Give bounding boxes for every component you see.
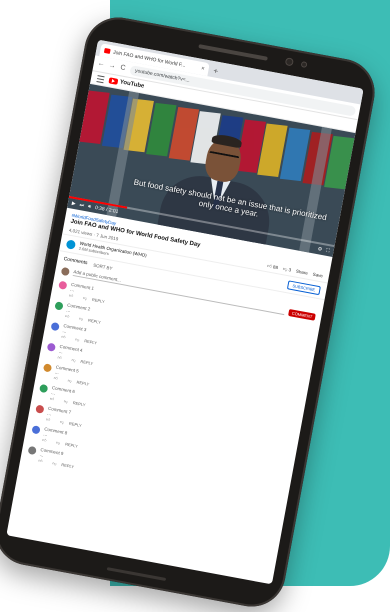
comment-dislike-icon[interactable]: 👎︎ — [71, 357, 76, 364]
reload-button[interactable]: C — [119, 64, 127, 72]
forward-button[interactable]: → — [108, 62, 116, 70]
comment-reply-button[interactable]: REPLY — [61, 462, 75, 470]
comment-like-icon[interactable]: 👍︎ — [69, 293, 74, 300]
save-button[interactable]: Save — [312, 272, 323, 280]
youtube-logo-text: YouTube — [119, 79, 145, 90]
comment-like-icon[interactable]: 👍︎ — [61, 334, 66, 341]
dislike-button[interactable]: 👎︎ 3 — [282, 266, 291, 273]
subscribe-button[interactable]: SUBSCRIBE — [286, 279, 322, 295]
comment-like-icon[interactable]: 👍︎ — [65, 313, 70, 320]
comment-like-icon[interactable]: 👍︎ — [46, 417, 51, 424]
volume-icon[interactable]: 🔊︎ — [87, 204, 91, 210]
commenter-avatar[interactable] — [35, 404, 45, 414]
tab-close-icon[interactable]: × — [201, 65, 206, 72]
comment-like-icon[interactable]: 👍︎ — [57, 355, 62, 362]
comment-like-count — [70, 336, 71, 342]
comment-dislike-icon[interactable]: 👎︎ — [59, 419, 65, 426]
comment-dislike-icon[interactable]: 👎︎ — [67, 378, 72, 385]
comment-like-count — [58, 398, 59, 404]
home-indicator — [106, 567, 167, 581]
play-icon[interactable]: ▶ — [71, 201, 76, 208]
comment-like-count — [78, 294, 79, 300]
comment-dislike-icon[interactable]: 👎︎ — [52, 460, 57, 467]
next-icon[interactable]: ⏭ — [79, 202, 85, 209]
own-avatar — [60, 266, 71, 277]
earpiece-speaker — [198, 44, 268, 61]
sensor-icon — [300, 61, 308, 69]
comment-dislike-icon[interactable]: 👎︎ — [82, 295, 88, 302]
commenter-avatar[interactable] — [27, 445, 37, 456]
comment-like-icon[interactable]: 👍︎ — [38, 458, 43, 465]
video-time: 0:38 / 2:01 — [94, 204, 119, 216]
comment-dislike-icon[interactable]: 👎︎ — [56, 440, 61, 447]
fullscreen-icon[interactable]: ⛶ — [325, 248, 330, 255]
dislike-count: 3 — [288, 267, 292, 273]
comment-like-icon[interactable]: 👍︎ — [53, 375, 58, 382]
commenter-avatar[interactable] — [50, 321, 60, 332]
comment-like-count — [51, 439, 52, 445]
like-count: 88 — [272, 264, 279, 271]
channel-avatar[interactable] — [65, 238, 77, 250]
comment-like-icon[interactable]: 👍︎ — [49, 396, 55, 403]
comment-like-count — [66, 356, 67, 362]
new-tab-button[interactable]: + — [212, 64, 219, 78]
commenter-avatar[interactable] — [58, 280, 68, 290]
hamburger-menu-icon[interactable] — [96, 74, 105, 83]
youtube-favicon-icon — [103, 47, 111, 54]
comment-dislike-icon[interactable]: 👎︎ — [79, 316, 84, 323]
comment-like-count — [47, 460, 48, 466]
like-button[interactable]: 👍︎ 88 — [267, 263, 279, 271]
front-camera-icon — [284, 57, 294, 67]
comment-like-icon[interactable]: 👍︎ — [42, 437, 47, 444]
commenter-avatar[interactable] — [31, 425, 41, 435]
youtube-play-icon — [108, 77, 119, 85]
back-button[interactable]: ← — [97, 60, 105, 68]
share-button[interactable]: Share — [295, 269, 309, 277]
comment-dislike-icon[interactable]: 👎︎ — [75, 337, 80, 344]
commenter-avatar[interactable] — [46, 342, 57, 352]
settings-gear-icon[interactable]: ⚙ — [317, 246, 323, 253]
comment-like-count — [74, 315, 75, 321]
comment-dislike-icon[interactable]: 👎︎ — [63, 398, 68, 405]
comment-like-count — [62, 377, 63, 383]
commenter-avatar[interactable] — [54, 301, 64, 311]
commenter-avatar[interactable] — [42, 363, 53, 373]
commenter-avatar[interactable] — [39, 383, 49, 394]
comment-like-count — [55, 418, 56, 424]
